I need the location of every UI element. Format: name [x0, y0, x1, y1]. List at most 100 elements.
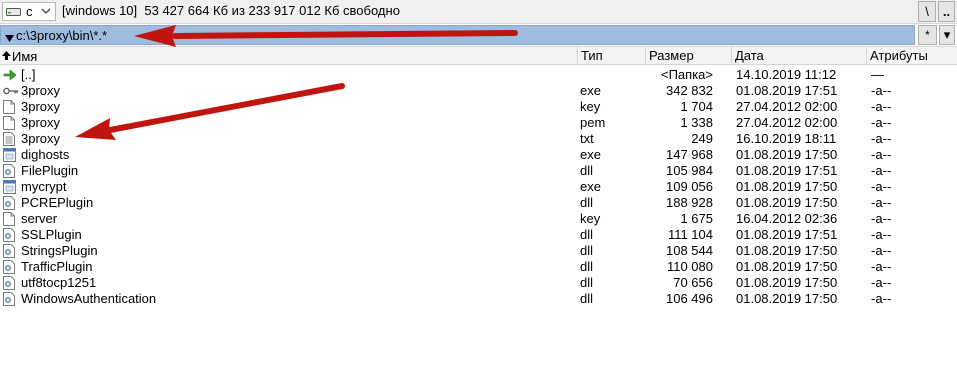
file-attributes: -a-- [871, 291, 892, 306]
file-row[interactable]: mycrypt exe 109 056 01.08.2019 17:50 -a-- [0, 179, 957, 195]
file-name: TrafficPlugin [21, 259, 93, 274]
root-button[interactable]: \ [918, 1, 936, 22]
file-row[interactable]: TrafficPlugin dll 110 080 01.08.2019 17:50 -… [0, 259, 957, 275]
file-date: 01.08.2019 17:51 [736, 83, 838, 98]
file-type: dll [580, 243, 594, 258]
file-date: 01.08.2019 17:50 [736, 179, 838, 194]
file-type: txt [580, 131, 594, 146]
file-name: StringsPlugin [21, 243, 98, 258]
file-date: 16.04.2012 02:36 [736, 211, 838, 226]
file-type: dll [580, 259, 594, 274]
file-size: 110 080 [666, 259, 713, 274]
file-date: 16.10.2019 18:11 [736, 131, 837, 146]
file-size: 106 496 [666, 291, 713, 306]
file-row[interactable]: utf8tocp1251 dll 70 656 01.08.2019 17:50 -a-… [0, 275, 957, 291]
file-row[interactable]: WindowsAuthentication dll 106 496 01.08.201… [0, 291, 957, 307]
file-date: 27.04.2012 02:00 [736, 99, 838, 114]
file-date: 01.08.2019 17:50 [736, 259, 838, 274]
file-type: dll [580, 291, 594, 306]
dll-file-icon [3, 292, 17, 306]
file-row[interactable]: [..] <Папка> 14.10.2019 11:12 — [0, 67, 957, 83]
file-size: 111 104 [667, 227, 713, 242]
column-attributes[interactable]: Атрибуты [867, 47, 957, 65]
dll-file-icon [3, 164, 17, 178]
file-attributes: -a-- [871, 211, 892, 226]
file-row[interactable]: PCREPlugin dll 188 928 01.08.2019 17:50 -a-- [0, 195, 957, 211]
file-date: 01.08.2019 17:51 [736, 227, 838, 242]
file-row[interactable]: server key 1 675 16.04.2012 02:36 -a-- [0, 211, 957, 227]
file-row[interactable]: 3proxy pem 1 338 27.04.2012 02:00 -a-- [0, 115, 957, 131]
file-row[interactable]: 3proxy txt 249 16.10.2019 18:11 -a-- [0, 131, 957, 147]
file-type: dll [580, 227, 594, 242]
chevron-down-icon: ▾ [943, 27, 951, 42]
column-size[interactable]: Размер [646, 47, 732, 65]
blank-file-icon [3, 212, 17, 226]
file-type: pem [580, 115, 606, 130]
file-size: 70 656 [673, 275, 713, 290]
file-size: 1 704 [680, 99, 713, 114]
file-name: FilePlugin [21, 163, 79, 178]
file-date: 01.08.2019 17:50 [736, 291, 838, 306]
blank-file-icon [3, 116, 17, 130]
sort-up-arrow-icon [2, 47, 11, 64]
file-type: dll [580, 275, 594, 290]
file-type: key [580, 99, 601, 114]
file-attributes: -a-- [871, 147, 892, 162]
file-name: dighosts [21, 147, 70, 162]
key-exe-icon [3, 84, 18, 98]
file-row[interactable]: 3proxy key 1 704 27.04.2012 02:00 -a-- [0, 99, 957, 115]
file-attributes: -a-- [871, 227, 892, 242]
file-name: [..] [21, 67, 36, 82]
file-date: 14.10.2019 11:12 [736, 67, 837, 82]
dll-file-icon [3, 244, 17, 258]
file-attributes: -a-- [871, 259, 892, 274]
file-date: 01.08.2019 17:50 [736, 275, 838, 290]
column-name-label: Имя [12, 49, 38, 64]
path-bar: c:\3proxy\bin\*.* * ▾ [0, 25, 957, 45]
file-row[interactable]: SSLPlugin dll 111 104 01.08.2019 17:51 -a-- [0, 227, 957, 243]
path-text: c:\3proxy\bin\*.* [16, 28, 108, 43]
text-file-icon [3, 132, 17, 146]
file-attributes: -a-- [871, 179, 892, 194]
filter-button[interactable]: * [918, 25, 937, 45]
file-row[interactable]: FilePlugin dll 105 984 01.08.2019 17:51 -a-- [0, 163, 957, 179]
file-row[interactable]: StringsPlugin dll 108 544 01.08.2019 17:50 -… [0, 243, 957, 259]
file-list: [..] <Папка> 14.10.2019 11:12 — 3proxy exe 342… [0, 66, 957, 387]
column-type[interactable]: Тип [578, 47, 646, 65]
dll-file-icon [3, 260, 17, 274]
history-dropdown-button[interactable]: ▾ [939, 25, 955, 45]
file-row[interactable]: dighosts exe 147 968 01.08.2019 17:50 -a-- [0, 147, 957, 163]
file-date: 01.08.2019 17:51 [736, 163, 838, 178]
drive-bar: c [windows 10] 53 427 664 Кб из 233 917 … [0, 0, 957, 24]
column-date[interactable]: Дата [732, 47, 867, 65]
drive-selector[interactable]: c [2, 2, 56, 21]
file-name: PCREPlugin [21, 195, 94, 210]
parent-dir-button[interactable]: .. [938, 1, 955, 22]
volume-info: [windows 10] 53 427 664 Кб из 233 917 01… [62, 3, 400, 18]
file-type: dll [580, 163, 594, 178]
current-path[interactable]: c:\3proxy\bin\*.* [0, 25, 915, 45]
file-size: 147 968 [666, 147, 713, 162]
file-attributes: -a-- [871, 115, 892, 130]
file-attributes: -a-- [871, 163, 892, 178]
file-name: 3proxy [21, 115, 61, 130]
file-date: 01.08.2019 17:50 [736, 243, 838, 258]
chevron-down-icon[interactable] [41, 5, 51, 20]
file-date: 01.08.2019 17:50 [736, 147, 838, 162]
file-size: 1 675 [680, 211, 713, 226]
dll-file-icon [3, 276, 17, 290]
file-name: WindowsAuthentication [21, 291, 157, 306]
file-attributes: -a-- [871, 243, 892, 258]
file-size: 108 544 [666, 243, 713, 258]
file-row[interactable]: 3proxy exe 342 832 01.08.2019 17:51 -a-- [0, 83, 957, 99]
file-size: 249 [691, 131, 713, 146]
dll-file-icon [3, 196, 17, 210]
file-attributes: — [871, 67, 884, 82]
column-name[interactable]: Имя [0, 47, 578, 65]
file-size: 1 338 [680, 115, 713, 130]
file-date: 27.04.2012 02:00 [736, 115, 838, 130]
hard-drive-icon [6, 7, 21, 17]
file-name: server [21, 211, 58, 226]
file-attributes: -a-- [871, 275, 892, 290]
file-name: utf8tocp1251 [21, 275, 97, 290]
